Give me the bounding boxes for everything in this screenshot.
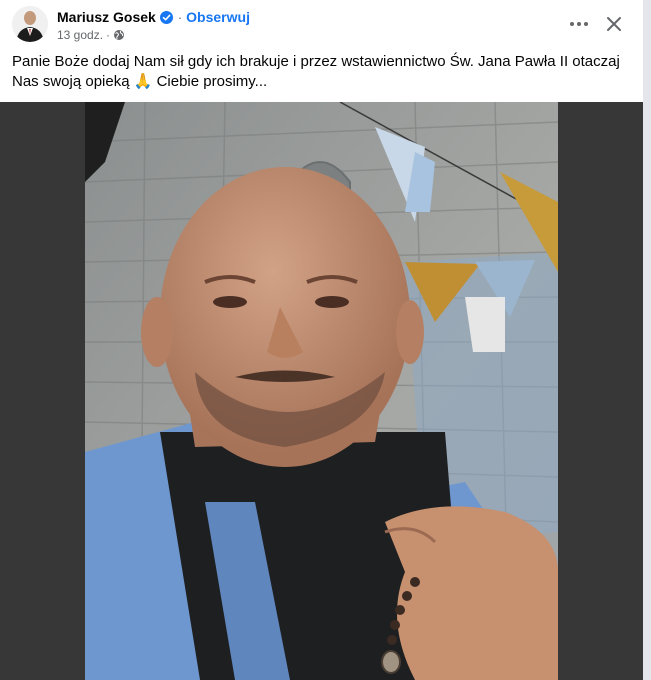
globe-icon[interactable] bbox=[113, 29, 125, 41]
verified-badge-icon bbox=[159, 10, 173, 24]
more-horizontal-icon bbox=[570, 22, 588, 26]
post-time[interactable]: 13 godz. bbox=[57, 28, 103, 42]
post-photo[interactable] bbox=[85, 102, 558, 680]
meta-separator: · bbox=[106, 28, 111, 42]
close-icon bbox=[607, 17, 621, 31]
author-avatar[interactable] bbox=[12, 6, 48, 42]
post-text: Panie Boże dodaj Nam sił gdy ich brakuje… bbox=[12, 53, 620, 90]
post-media[interactable] bbox=[0, 102, 643, 680]
post-header: Mariusz Gosek · Obserwuj 13 godz. · bbox=[0, 0, 643, 50]
more-options-button[interactable] bbox=[565, 10, 593, 38]
close-button[interactable] bbox=[600, 10, 628, 38]
page-scroll-gutter bbox=[643, 0, 651, 680]
author-name[interactable]: Mariusz Gosek bbox=[57, 9, 156, 25]
facebook-post: Mariusz Gosek · Obserwuj 13 godz. · Pani… bbox=[0, 0, 643, 680]
separator-dot: · bbox=[177, 9, 183, 25]
author-line: Mariusz Gosek · Obserwuj bbox=[57, 9, 250, 25]
follow-button[interactable]: Obserwuj bbox=[186, 9, 250, 25]
post-meta: 13 godz. · bbox=[57, 28, 125, 42]
